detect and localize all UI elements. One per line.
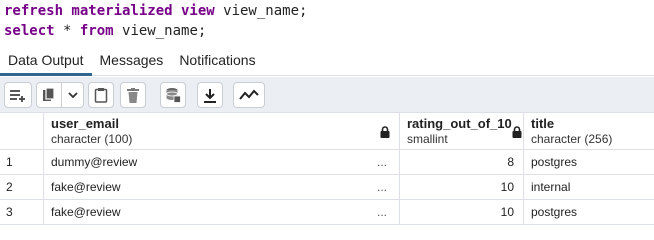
sql-keyword: refresh materialized view xyxy=(4,3,215,19)
column-type: character (256) xyxy=(531,132,613,146)
sql-text: view_name; xyxy=(214,3,308,19)
sql-keyword: from xyxy=(79,23,114,39)
cell-user-email[interactable]: dummy@review... xyxy=(44,150,400,174)
copy-options-dropdown[interactable] xyxy=(62,82,84,108)
column-name: user_email xyxy=(51,116,119,131)
table-row[interactable]: 2 fake@review... 10 internal xyxy=(0,175,654,200)
row-number-header xyxy=(0,113,44,150)
result-toolbar xyxy=(0,77,654,113)
cell-rating[interactable]: 10 xyxy=(400,200,524,224)
tab-messages[interactable]: Messages xyxy=(92,46,172,76)
column-header-user-email[interactable]: user_email character (100) xyxy=(44,113,400,150)
column-header-rating-out-of-10[interactable]: rating_out_of_10 smallint xyxy=(400,113,524,150)
column-type: character (100) xyxy=(51,132,133,146)
save-data-button[interactable] xyxy=(160,82,186,108)
add-row-icon xyxy=(9,88,27,102)
sql-text: view_name; xyxy=(113,23,207,39)
cell-value: dummy@review xyxy=(51,155,138,169)
cell-rating[interactable]: 8 xyxy=(400,150,524,174)
row-number[interactable]: 2 xyxy=(0,175,44,199)
cell-value: fake@review xyxy=(51,180,121,194)
delete-button[interactable] xyxy=(120,82,146,108)
paste-icon xyxy=(94,87,108,103)
paste-button[interactable] xyxy=(88,82,114,108)
row-number[interactable]: 1 xyxy=(0,150,44,174)
copy-icon xyxy=(42,87,56,103)
tab-notifications[interactable]: Notifications xyxy=(171,46,263,76)
code-line-1: refresh materialized view view_name; xyxy=(4,1,654,21)
expand-ellipsis[interactable]: ... xyxy=(377,175,387,199)
lock-icon xyxy=(512,125,522,143)
table-row[interactable]: 3 fake@review... 10 postgres xyxy=(0,200,654,225)
result-tabs: Data Output Messages Notifications xyxy=(0,46,654,76)
expand-ellipsis[interactable]: ... xyxy=(377,200,387,224)
download-icon xyxy=(203,88,217,103)
add-row-button[interactable] xyxy=(4,82,32,108)
sql-editor[interactable]: refresh materialized view view_name; sel… xyxy=(0,0,654,44)
delete-icon xyxy=(127,87,139,103)
save-data-icon xyxy=(165,87,181,103)
copy-button[interactable] xyxy=(36,82,62,108)
column-name: title xyxy=(531,116,555,131)
cell-user-email[interactable]: fake@review... xyxy=(44,200,400,224)
cell-user-email[interactable]: fake@review... xyxy=(44,175,400,199)
column-name: rating_out_of_10 xyxy=(407,116,512,131)
cell-title[interactable]: postgres xyxy=(524,200,654,224)
column-header-title[interactable]: title character (256) xyxy=(524,113,654,150)
sql-text: * xyxy=(54,23,80,39)
graph-visualiser-button[interactable] xyxy=(233,82,265,108)
column-type: smallint xyxy=(407,132,448,146)
table-row[interactable]: 1 dummy@review... 8 postgres xyxy=(0,150,654,175)
download-button[interactable] xyxy=(197,82,223,108)
cell-value: fake@review xyxy=(51,205,121,219)
cell-rating[interactable]: 10 xyxy=(400,175,524,199)
result-grid: user_email character (100) rating_out_of… xyxy=(0,113,654,237)
expand-ellipsis[interactable]: ... xyxy=(377,150,387,174)
tab-data-output[interactable]: Data Output xyxy=(0,46,92,76)
code-line-2: select * from view_name; xyxy=(4,21,654,41)
lock-icon xyxy=(380,125,390,143)
sql-keyword: select xyxy=(4,23,55,39)
cell-title[interactable]: internal xyxy=(524,175,654,199)
graph-icon xyxy=(239,89,259,101)
row-number[interactable]: 3 xyxy=(0,200,44,224)
chevron-down-icon xyxy=(67,91,78,99)
cell-title[interactable]: postgres xyxy=(524,150,654,174)
